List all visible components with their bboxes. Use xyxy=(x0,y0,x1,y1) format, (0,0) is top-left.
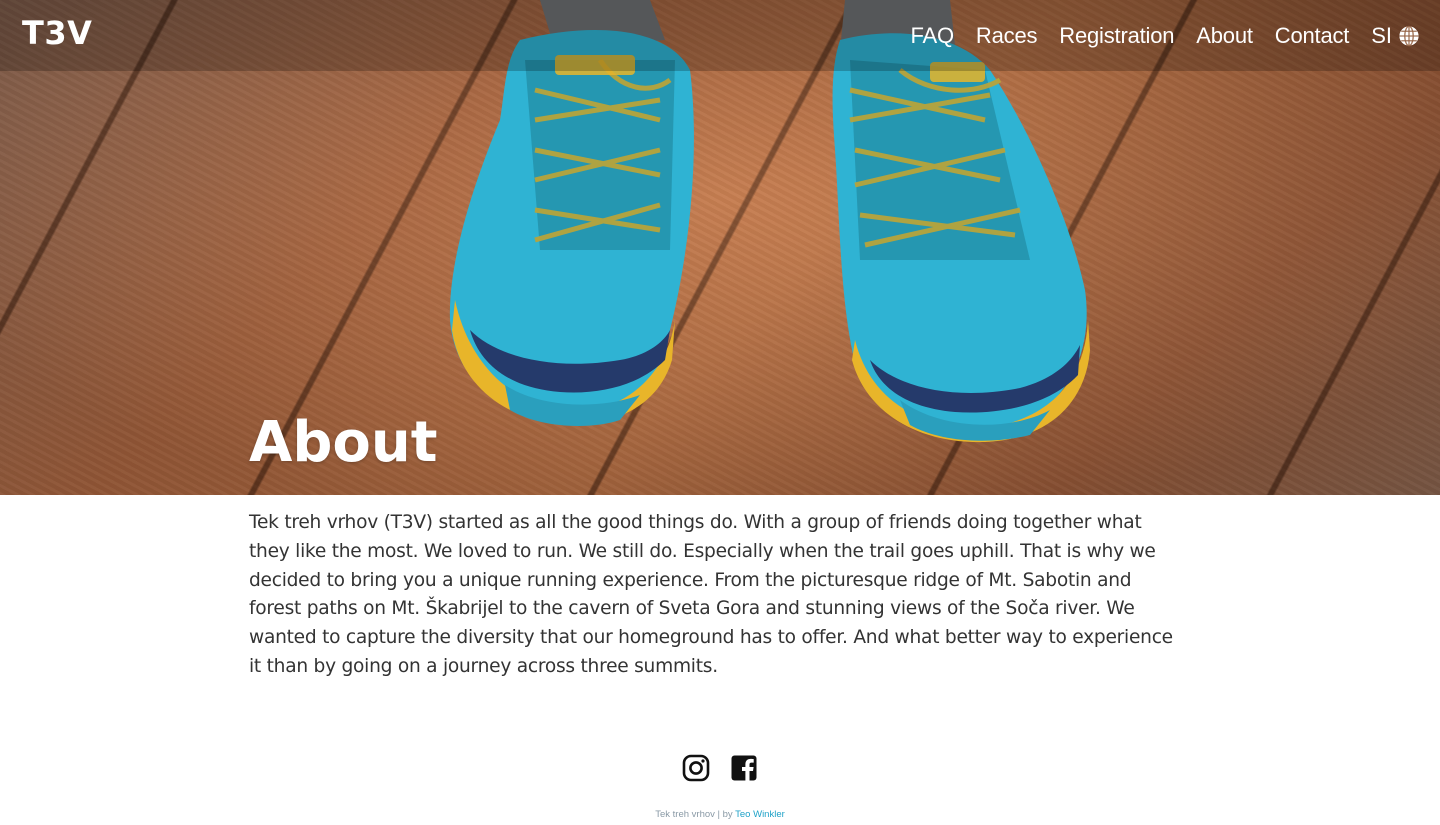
facebook-icon[interactable] xyxy=(730,754,758,782)
nav-item-registration[interactable]: Registration xyxy=(1059,23,1174,49)
nav-item-about[interactable]: About xyxy=(1196,23,1253,49)
top-navigation-bar: T3V FAQ Races Registration About Contact… xyxy=(0,0,1440,71)
language-switcher[interactable]: SI xyxy=(1371,23,1420,49)
social-links xyxy=(682,754,758,782)
page-title: About xyxy=(249,410,438,475)
nav-item-races[interactable]: Races xyxy=(976,23,1038,49)
nav-item-faq[interactable]: FAQ xyxy=(911,23,955,49)
footer-credit: Tek treh vrhov | by Teo Winkler xyxy=(0,809,1440,820)
about-paragraph: Tek treh vrhov (T3V) started as all the … xyxy=(249,512,1173,677)
globe-icon xyxy=(1399,25,1419,46)
hero-section: T3V FAQ Races Registration About Contact… xyxy=(0,0,1440,495)
credit-site-name: Tek treh vrhov xyxy=(655,809,715,820)
nav-item-contact[interactable]: Contact xyxy=(1275,23,1350,49)
instagram-icon[interactable] xyxy=(682,754,710,782)
credit-separator: | by xyxy=(714,809,736,820)
language-label: SI xyxy=(1371,22,1392,48)
site-logo[interactable]: T3V xyxy=(22,14,92,52)
hero-image-running-shoes xyxy=(449,0,1090,443)
credit-author-link[interactable]: Teo Winkler xyxy=(735,809,785,820)
main-nav: FAQ Races Registration About Contact SI xyxy=(911,23,1421,49)
